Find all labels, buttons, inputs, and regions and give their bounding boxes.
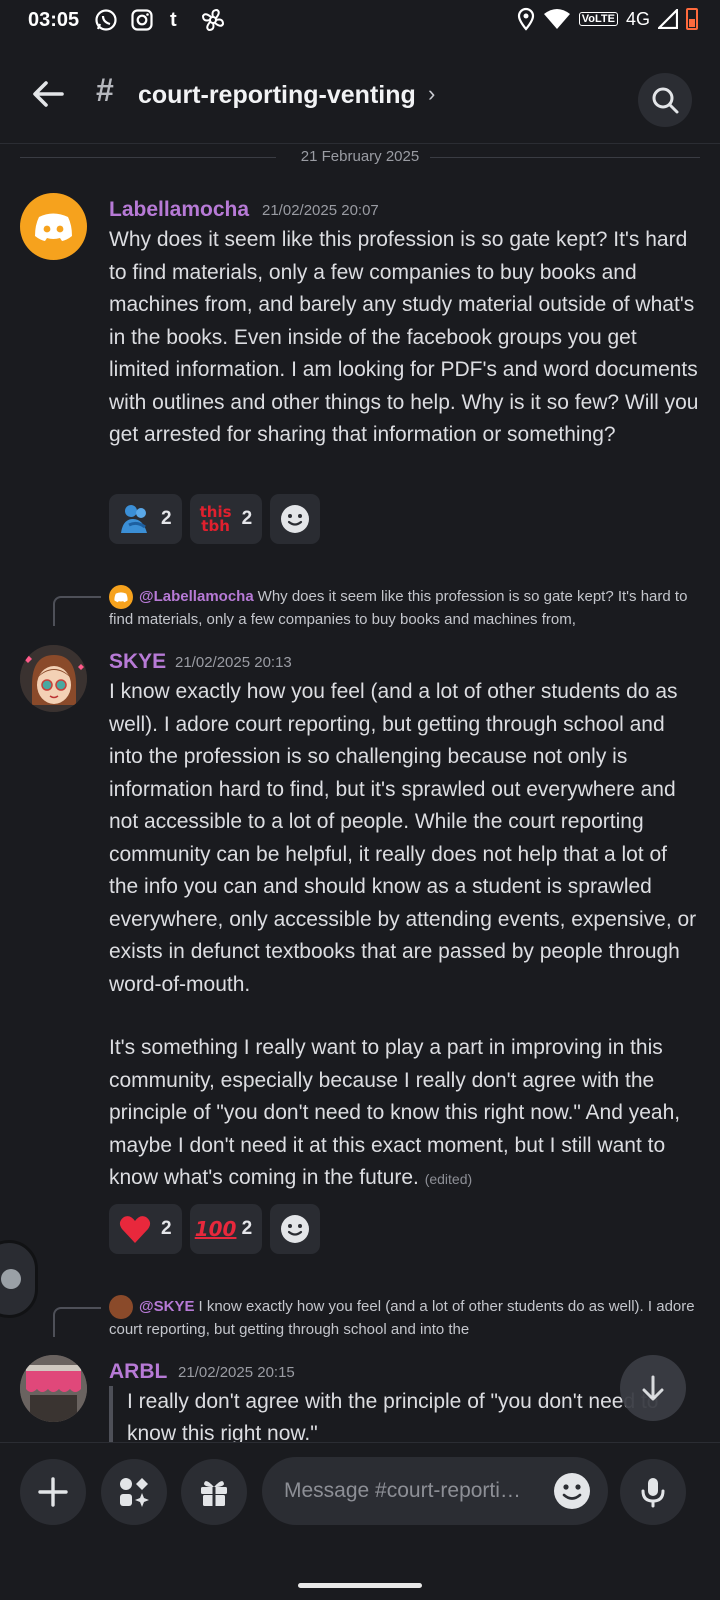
reaction-this-tbh[interactable]: this tbh 2	[189, 494, 263, 544]
reply-connector	[53, 1307, 101, 1337]
date-divider-label: 21 February 2025	[300, 148, 420, 165]
anime-girl-avatar-icon	[20, 645, 87, 712]
tumblr-icon: t	[170, 9, 177, 31]
floating-chat-head[interactable]	[0, 1240, 38, 1318]
message-composer: Message #court-reporti…	[0, 1442, 720, 1600]
reply-preview[interactable]: @Labellamocha Why does it seem like this …	[109, 585, 699, 631]
timestamp: 21/02/2025 20:13	[175, 654, 292, 671]
plus-icon	[38, 1477, 68, 1507]
reaction-hundred-points[interactable]: 100 2	[189, 1204, 263, 1254]
back-arrow-icon	[33, 81, 64, 107]
location-icon	[517, 7, 534, 31]
channel-name[interactable]: court-reporting-venting	[138, 81, 416, 110]
avatar[interactable]	[20, 193, 87, 260]
smiley-icon	[281, 1215, 310, 1243]
author-name[interactable]: ARBL	[109, 1360, 167, 1384]
apps-button[interactable]	[101, 1459, 167, 1525]
reaction-count: 2	[161, 1218, 172, 1239]
reply-preview[interactable]: @SKYE I know exactly how you feel (and a …	[109, 1295, 699, 1341]
this-tbh-icon: this tbh	[199, 503, 232, 535]
reaction-red-heart[interactable]: 2	[109, 1204, 182, 1254]
avatar[interactable]	[20, 645, 87, 712]
search-icon	[652, 87, 679, 114]
gift-button[interactable]	[181, 1459, 247, 1525]
add-reaction-button[interactable]	[270, 1204, 321, 1254]
people-hugging-icon	[119, 503, 151, 535]
reply-connector	[53, 596, 101, 626]
reaction-people-hugging[interactable]: 2	[109, 494, 182, 544]
discord-logo-icon	[114, 592, 128, 603]
search-button[interactable]	[638, 73, 692, 127]
hundred-points-icon: 100	[194, 1217, 237, 1241]
red-heart-icon	[119, 1213, 151, 1245]
message-text: It's something I really want to play a p…	[109, 1036, 681, 1189]
reply-mention[interactable]: @SKYE	[139, 1298, 194, 1315]
message-text: Why does it seem like this profession is…	[109, 228, 699, 446]
reactions: 2 100 2	[109, 1204, 321, 1254]
discord-logo-icon	[35, 213, 72, 241]
timestamp: 21/02/2025 20:15	[178, 1364, 295, 1381]
message-input[interactable]: Message #court-reporti…	[262, 1457, 608, 1525]
wifi-icon	[543, 9, 570, 29]
avatar[interactable]	[20, 1355, 87, 1422]
date-divider: 21 February 2025	[20, 148, 700, 165]
whatsapp-icon	[94, 8, 118, 38]
reply-mention[interactable]: @Labellamocha	[139, 588, 254, 605]
voice-message-button[interactable]	[620, 1459, 686, 1525]
signal-icon	[658, 9, 678, 29]
status-bar: 03:05 t VoLTE 4G	[0, 0, 720, 42]
reaction-count: 2	[241, 1218, 253, 1239]
timestamp: 21/02/2025 20:07	[262, 202, 379, 219]
chevron-right-icon[interactable]: ›	[428, 81, 435, 107]
instagram-icon	[130, 8, 154, 38]
pinwheel-icon	[200, 8, 226, 38]
home-indicator[interactable]	[298, 1583, 422, 1588]
emoji-button[interactable]	[552, 1471, 592, 1511]
jump-to-latest-button[interactable]	[620, 1355, 686, 1421]
smiley-icon	[281, 505, 310, 533]
volte-badge: VoLTE	[578, 12, 618, 26]
message-text-paragraph-2: It's something I really want to play a p…	[109, 1032, 699, 1196]
gift-icon	[201, 1481, 227, 1506]
storefront-avatar-icon	[20, 1355, 87, 1422]
channel-header: # court-reporting-venting ›	[0, 48, 720, 144]
microphone-icon	[641, 1478, 665, 1508]
back-button[interactable]	[28, 74, 68, 114]
reply-text: I know exactly how you feel (and a lot o…	[109, 1297, 695, 1338]
reply-avatar	[109, 1295, 133, 1319]
message-text-paragraph-1: I know exactly how you feel (and a lot o…	[109, 680, 697, 996]
clock: 03:05	[28, 9, 80, 31]
arrow-down-icon	[642, 1375, 664, 1401]
reactions: 2 this tbh 2	[109, 494, 321, 544]
reply-avatar	[109, 585, 133, 609]
channel-hash-icon: #	[96, 72, 114, 108]
add-reaction-button[interactable]	[270, 494, 321, 544]
author-name[interactable]: SKYE	[109, 650, 166, 674]
quoted-text: I really don't agree with the principle …	[109, 1386, 699, 1446]
status-right: VoLTE 4G	[517, 7, 698, 31]
network-type: 4G	[625, 8, 650, 29]
edited-label: (edited)	[424, 1171, 473, 1187]
add-attachment-button[interactable]	[20, 1459, 86, 1525]
apps-icon	[120, 1478, 149, 1507]
reaction-count: 2	[241, 508, 253, 529]
message-placeholder: Message #court-reporti…	[284, 1479, 521, 1502]
reaction-count: 2	[161, 508, 172, 529]
author-name[interactable]: Labellamocha	[109, 198, 249, 222]
battery-icon	[686, 8, 698, 30]
smiley-icon	[554, 1473, 590, 1509]
